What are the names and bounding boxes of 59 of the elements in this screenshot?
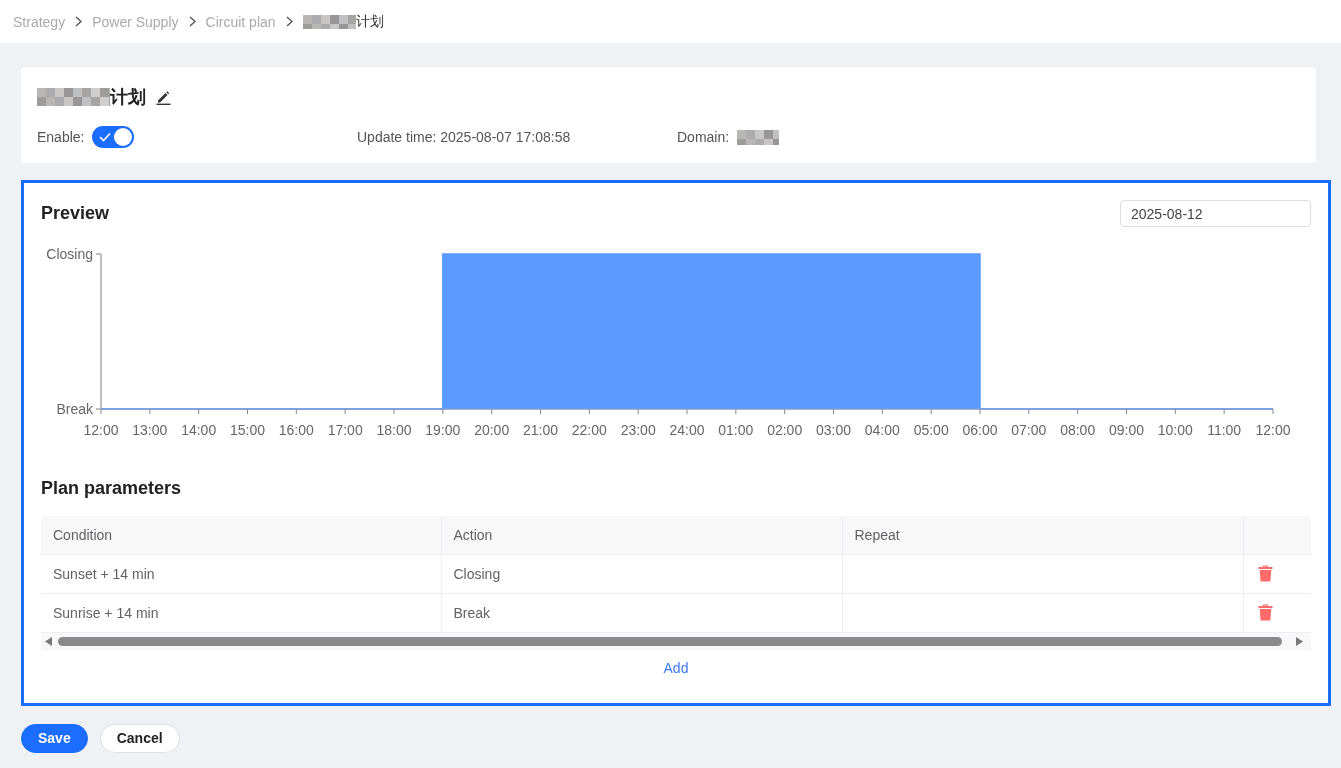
chevron-right-icon [188,16,196,27]
check-icon [99,132,112,142]
x-axis-label: 14:00 [181,422,217,438]
x-axis-label: 09:00 [1109,422,1144,438]
x-axis-label: 13:00 [132,422,168,438]
x-axis-label: 02:00 [767,422,803,438]
x-axis-label: 03:00 [816,422,851,438]
breadcrumb-link[interactable]: Strategy [13,13,66,30]
column-header: Repeat [854,526,900,543]
x-axis-label: 11:00 [1207,422,1242,438]
plan-title: 计划 [110,86,146,109]
x-axis-label: 10:00 [1157,422,1193,438]
trash-icon[interactable] [1257,565,1273,582]
breadcrumb-link[interactable]: Circuit plan [205,13,276,30]
chevron-right-icon [285,16,293,27]
table-cell: Sunrise + 14 min [53,604,159,621]
column-header: Action [453,526,493,543]
x-axis-label: 18:00 [376,422,412,438]
column-header: Condition [53,526,113,543]
x-axis-label: 16:00 [278,422,314,438]
y-axis-label: Break [56,401,93,417]
x-axis-label: 06:00 [962,422,998,438]
cancel-button[interactable]: Cancel [99,723,180,753]
x-axis-label: 07:00 [1011,422,1047,438]
breadcrumb-link[interactable]: 计划 [355,12,384,31]
x-axis-label: 04:00 [864,422,900,438]
update-time-text: Update time: 2025-08-07 17:08:58 [357,129,572,145]
x-axis-label: 12:00 [1255,422,1291,438]
x-axis-label: 19:00 [425,422,461,438]
save-button[interactable]: Save [21,723,88,753]
x-axis-label: 15:00 [230,422,265,438]
edit-icon[interactable] [156,89,171,105]
date-field[interactable]: 2025-08-12 [1120,200,1311,227]
table-cell: Break [453,604,491,621]
x-axis-label: 01:00 [718,422,754,438]
x-axis-label: 24:00 [669,422,705,438]
x-axis-label: 12:00 [83,422,119,438]
table-cell: Sunset + 14 min [53,565,155,582]
x-axis-label: 20:00 [474,422,510,438]
scrollbar-thumb[interactable] [58,636,1282,646]
enable-toggle[interactable] [92,126,135,148]
scroll-right-icon[interactable] [1296,636,1303,646]
x-axis-label: 08:00 [1060,422,1096,438]
x-axis-label: 22:00 [571,422,607,438]
trash-icon[interactable] [1257,604,1273,621]
x-axis-label: 17:00 [327,422,363,438]
enable-label: Enable: [37,129,85,145]
x-axis-label: 21:00 [523,422,558,438]
x-axis-label: 23:00 [620,422,656,438]
table-cell: Closing [453,565,501,582]
add-link[interactable]: Add [663,657,689,678]
chevron-right-icon [75,16,83,27]
scroll-left-icon[interactable] [45,636,52,646]
x-axis-label: 05:00 [913,422,949,438]
y-axis-label: Closing [46,246,93,262]
breadcrumb-link[interactable]: Power Supply [92,13,179,30]
domain-label: Domain: [677,129,730,145]
section-title: Plan parameters [41,478,183,499]
section-title: Preview [41,203,110,224]
